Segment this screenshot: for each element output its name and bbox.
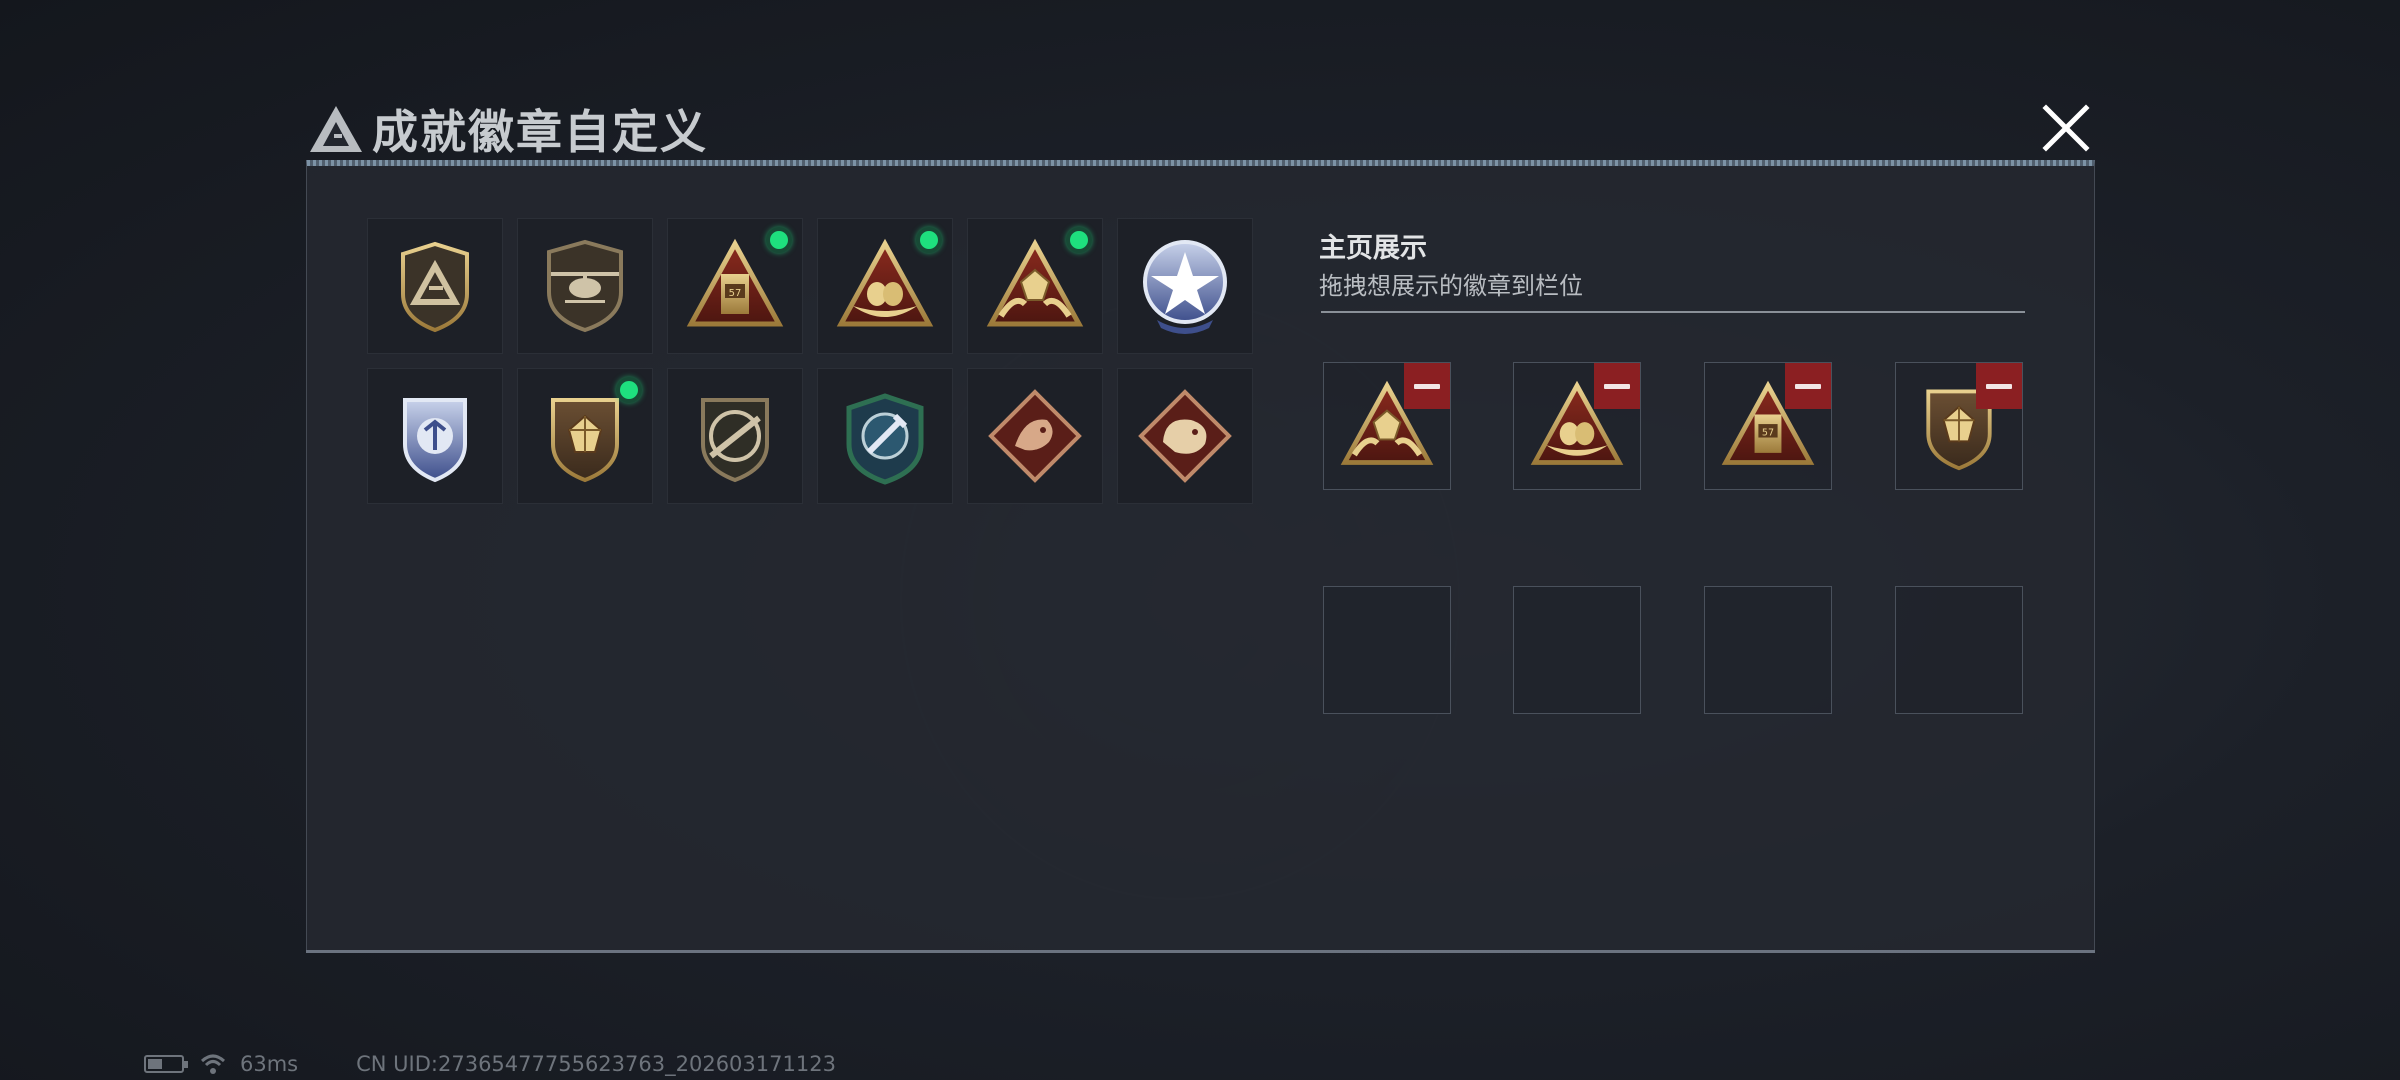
showcase-subtitle: 拖拽想展示的徽章到栏位 (1319, 272, 1583, 300)
showcase-slot[interactable] (1323, 362, 1451, 490)
badge-star-round[interactable] (1117, 218, 1253, 354)
badge-rifle-shield[interactable] (667, 368, 803, 504)
serpent-diamond-badge-icon (1135, 386, 1235, 486)
showcase-slot-empty[interactable] (1323, 586, 1451, 714)
equipped-indicator (1066, 227, 1092, 253)
badge-gem-hands-triangle[interactable] (967, 218, 1103, 354)
sword-green-shield-badge-icon (835, 386, 935, 486)
showcase-slot-empty[interactable] (1704, 586, 1832, 714)
badge-collection-grid (367, 218, 1253, 504)
badge-helicopter[interactable] (517, 218, 653, 354)
star-round-badge-icon (1135, 236, 1235, 336)
dialog-title-bar: 成就徽章自定义 (300, 88, 2095, 168)
equipped-indicator (616, 377, 642, 403)
triangle-logo-icon (310, 106, 362, 152)
ammo-triangle-badge-icon (685, 236, 785, 336)
remove-badge-button[interactable] (1594, 363, 1640, 409)
gem-shield-badge-icon (535, 386, 635, 486)
badge-ammo-triangle[interactable] (667, 218, 803, 354)
minus-icon (1795, 383, 1821, 389)
remove-badge-button[interactable] (1976, 363, 2022, 409)
equipped-indicator (766, 227, 792, 253)
gem-hands-triangle-badge-icon (985, 236, 1085, 336)
close-icon (2042, 104, 2090, 152)
badge-customize-panel: 主页展示 拖拽想展示的徽章到栏位 (306, 160, 2095, 952)
showcase-slot[interactable] (1704, 362, 1832, 490)
showcase-title: 主页展示 (1319, 233, 1427, 264)
minus-icon (1986, 383, 2012, 389)
badge-serpent-diamond[interactable] (1117, 368, 1253, 504)
showcase-slot-empty[interactable] (1895, 586, 2023, 714)
badge-blue-shield[interactable] (367, 368, 503, 504)
showcase-slot[interactable] (1895, 362, 2023, 490)
rifle-shield-badge-icon (685, 386, 785, 486)
badge-dragon-diamond[interactable] (967, 368, 1103, 504)
minus-icon (1604, 383, 1630, 389)
badge-nest-triangle[interactable] (817, 218, 953, 354)
ping-value: 63ms (240, 1052, 299, 1076)
equipped-indicator (916, 227, 942, 253)
dragon-diamond-badge-icon (985, 386, 1085, 486)
helicopter-badge-icon (535, 236, 635, 336)
panel-bottom-border (306, 950, 2095, 953)
dialog-title: 成就徽章自定义 (372, 105, 708, 159)
remove-badge-button[interactable] (1785, 363, 1831, 409)
blue-shield-badge-icon (385, 386, 485, 486)
triangle-shield-badge-icon (385, 236, 485, 336)
nest-triangle-badge-icon (835, 236, 935, 336)
wifi-icon (200, 1054, 226, 1074)
showcase-slot-empty[interactable] (1513, 586, 1641, 714)
remove-badge-button[interactable] (1404, 363, 1450, 409)
showcase-slot[interactable] (1513, 362, 1641, 490)
badge-triangle-shield[interactable] (367, 218, 503, 354)
minus-icon (1414, 383, 1440, 389)
user-uid: CN UID:27365477755623763_202603171123 (356, 1052, 836, 1076)
badge-sword-green-shield[interactable] (817, 368, 953, 504)
battery-icon (144, 1055, 188, 1073)
close-button[interactable] (2036, 98, 2096, 158)
showcase-divider (1321, 311, 2025, 313)
status-bar: 63ms CN UID:27365477755623763_2026031711… (144, 1052, 836, 1076)
badge-gem-shield[interactable] (517, 368, 653, 504)
